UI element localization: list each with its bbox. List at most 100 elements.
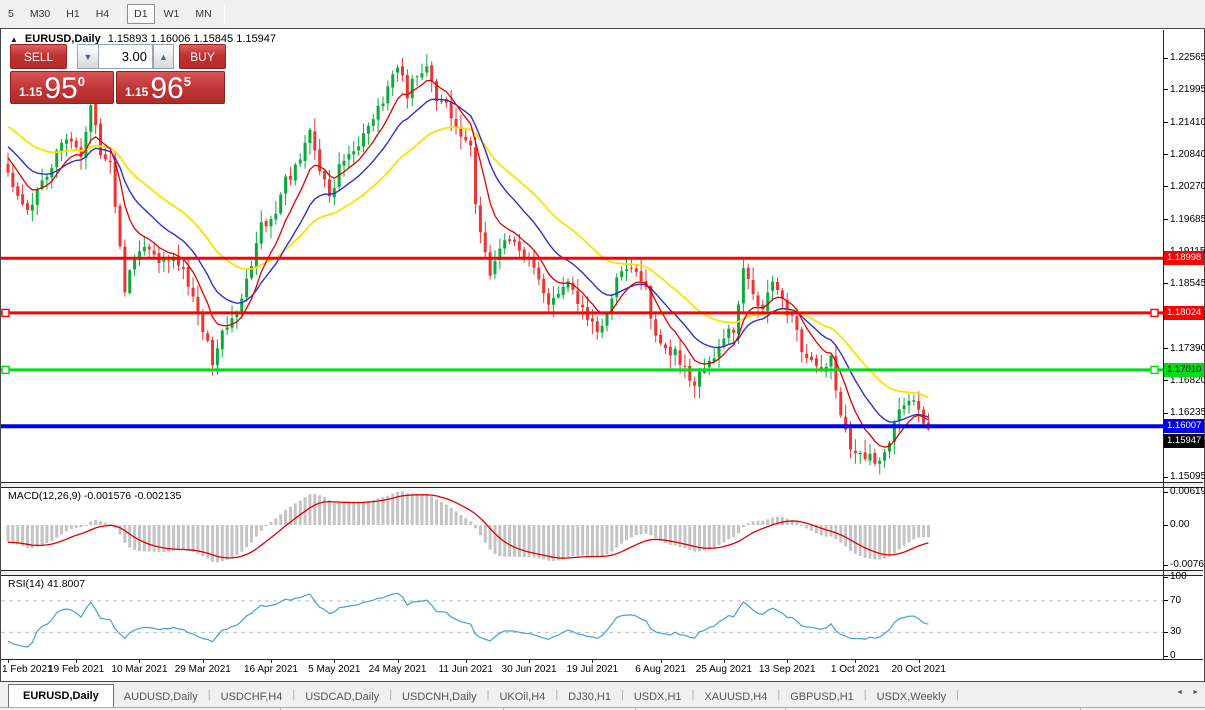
chart-tab-dj30-h1[interactable]: DJ30,H1	[558, 687, 621, 707]
time-axis-tick	[139, 659, 140, 663]
time-axis-label: 13 Sep 2021	[759, 664, 816, 675]
chart-tab-usdcad-daily[interactable]: USDCAD,Daily	[295, 687, 389, 707]
time-axis-tick	[203, 659, 204, 663]
price-axis-tick	[1164, 58, 1168, 59]
price-axis-tick	[1164, 186, 1168, 187]
rsi-axis-tick	[1164, 656, 1168, 657]
chart-tab-usdx-weekly[interactable]: USDX,Weekly	[867, 687, 956, 707]
timeframe-button-5[interactable]: 5	[1, 4, 21, 24]
tab-scroll-left-icon[interactable]: ◄	[1176, 689, 1183, 696]
price-axis-tick	[1164, 283, 1168, 284]
time-axis-label: 5 May 2021	[308, 664, 360, 675]
time-axis-label: 11 Jun 2021	[439, 664, 493, 675]
rsi-panel-splitter[interactable]	[1, 570, 1203, 576]
timeframe-button-M30[interactable]: M30	[23, 4, 57, 24]
hline-price-tag: 1.18998	[1164, 251, 1204, 265]
macd-axis-label: 0.00	[1170, 519, 1189, 531]
time-axis-label: 24 May 2021	[369, 664, 427, 675]
sell-button[interactable]: SELL	[10, 44, 67, 69]
ask-price-tile[interactable]: 1.15 96 5	[116, 71, 225, 104]
candles-layer	[7, 54, 930, 474]
buy-button[interactable]: BUY	[179, 44, 226, 69]
toolbar-separator	[224, 4, 225, 24]
chart-tab-ukoil-h4[interactable]: UKOil,H4	[489, 687, 555, 707]
time-axis-label: 16 Apr 2021	[244, 664, 298, 675]
time-axis-tick	[592, 659, 593, 663]
current-price-tag: 1.15947	[1164, 434, 1204, 448]
timeframe-button-H1[interactable]: H1	[59, 4, 86, 24]
price-axis-label: 1.20840	[1170, 149, 1205, 161]
volume-input[interactable]	[98, 44, 153, 69]
hline-price-tag: 1.18024	[1164, 306, 1204, 320]
time-axis-tick	[398, 659, 399, 663]
rsi-axis-label: 30	[1170, 626, 1181, 638]
chevron-up-icon: ▲	[159, 52, 168, 62]
time-axis-line	[1, 659, 1203, 660]
time-axis-tick	[661, 659, 662, 663]
price-axis-tick	[1164, 413, 1168, 414]
time-axis-label: 1 Oct 2021	[831, 664, 880, 675]
time-axis-label: 20 Oct 2021	[891, 664, 945, 675]
chart-tab-usdx-h1[interactable]: USDX,H1	[624, 687, 692, 707]
timeframe-button-MN[interactable]: MN	[188, 4, 218, 24]
price-axis-tick	[1164, 122, 1168, 123]
timeframe-button-D1[interactable]: D1	[127, 4, 154, 24]
rsi-label: RSI(14) 41.8007	[8, 578, 85, 590]
timeframe-toolbar: 5M30H1H4 D1W1MN	[0, 0, 1205, 27]
hline-price-tag: 1.16007	[1164, 419, 1204, 433]
timeframe-button-H4[interactable]: H4	[89, 4, 116, 24]
chart-tab-eurusd-daily[interactable]: EURUSD,Daily	[8, 684, 114, 707]
hline-handle[interactable]	[2, 366, 9, 373]
chart-tab-usdchf-h4[interactable]: USDCHF,H4	[211, 687, 293, 707]
hlines-layer	[1, 258, 1163, 426]
time-axis-label: 1 Feb 2021	[2, 664, 53, 675]
time-axis-label: 19 Feb 2021	[48, 664, 104, 675]
chevron-down-icon: ▼	[84, 52, 93, 62]
rsi-axis-tick	[1164, 577, 1168, 578]
hline-handle[interactable]	[1151, 366, 1158, 373]
tab-divider: |	[956, 689, 959, 701]
hline-handle[interactable]	[1151, 309, 1158, 316]
price-axis-label: 1.22565	[1170, 52, 1205, 64]
time-axis-tick	[8, 659, 9, 663]
tab-scroll-nav: ◄ ►	[1176, 689, 1199, 696]
rsi-layer	[1, 593, 1163, 647]
moving-averages-layer	[8, 81, 928, 448]
time-axis-label: 10 Mar 2021	[111, 664, 167, 675]
macd-label: MACD(12,26,9) -0.001576 -0.002135	[8, 490, 181, 502]
price-axis-tick	[1164, 219, 1168, 220]
time-axis-label: 25 Aug 2021	[696, 664, 752, 675]
price-axis-tick	[1164, 348, 1168, 349]
macd-histogram	[7, 492, 930, 563]
rsi-axis-label: 0	[1170, 650, 1176, 662]
macd-panel-splitter[interactable]	[1, 482, 1203, 488]
volume-increase-button[interactable]: ▲	[153, 44, 174, 69]
chart-tab-audusd-daily[interactable]: AUDUSD,Daily	[114, 687, 208, 707]
timeframe-button-W1[interactable]: W1	[157, 4, 187, 24]
price-axis-label: 1.18545	[1170, 278, 1205, 290]
rsi-axis-label: 100	[1170, 571, 1187, 583]
price-axis-label: 1.16235	[1170, 407, 1205, 419]
time-axis-tick	[919, 659, 920, 663]
macd-axis-label: 0.006193	[1170, 486, 1205, 498]
price-chart-canvas[interactable]	[0, 28, 1205, 682]
collapse-ohlc-icon[interactable]: ▲	[10, 35, 18, 44]
chart-tab-usdcnh-daily[interactable]: USDCNH,Daily	[392, 687, 487, 707]
chart-tab-gbpusd-h1[interactable]: GBPUSD,H1	[780, 687, 864, 707]
price-axis-label: 1.15095	[1170, 471, 1205, 483]
price-axis-tick	[1164, 380, 1168, 381]
time-axis-label: 19 Jul 2021	[567, 664, 619, 675]
hline-handle[interactable]	[2, 309, 9, 316]
chart-tab-xauusd-h4[interactable]: XAUUSD,H4	[694, 687, 777, 707]
time-axis-tick	[855, 659, 856, 663]
rsi-axis-tick	[1164, 600, 1168, 601]
volume-decrease-button[interactable]: ▼	[77, 44, 98, 69]
price-axis-label: 1.19685	[1170, 214, 1205, 226]
macd-axis-label: -0.007621	[1170, 559, 1205, 571]
price-axis-tick	[1164, 154, 1168, 155]
rsi-axis-label: 70	[1170, 595, 1181, 607]
bid-price-tile[interactable]: 1.15 95 0	[10, 71, 114, 104]
time-axis-label: 29 Mar 2021	[175, 664, 231, 675]
macd-signal-line	[8, 495, 928, 558]
tab-scroll-right-icon[interactable]: ►	[1192, 689, 1199, 696]
